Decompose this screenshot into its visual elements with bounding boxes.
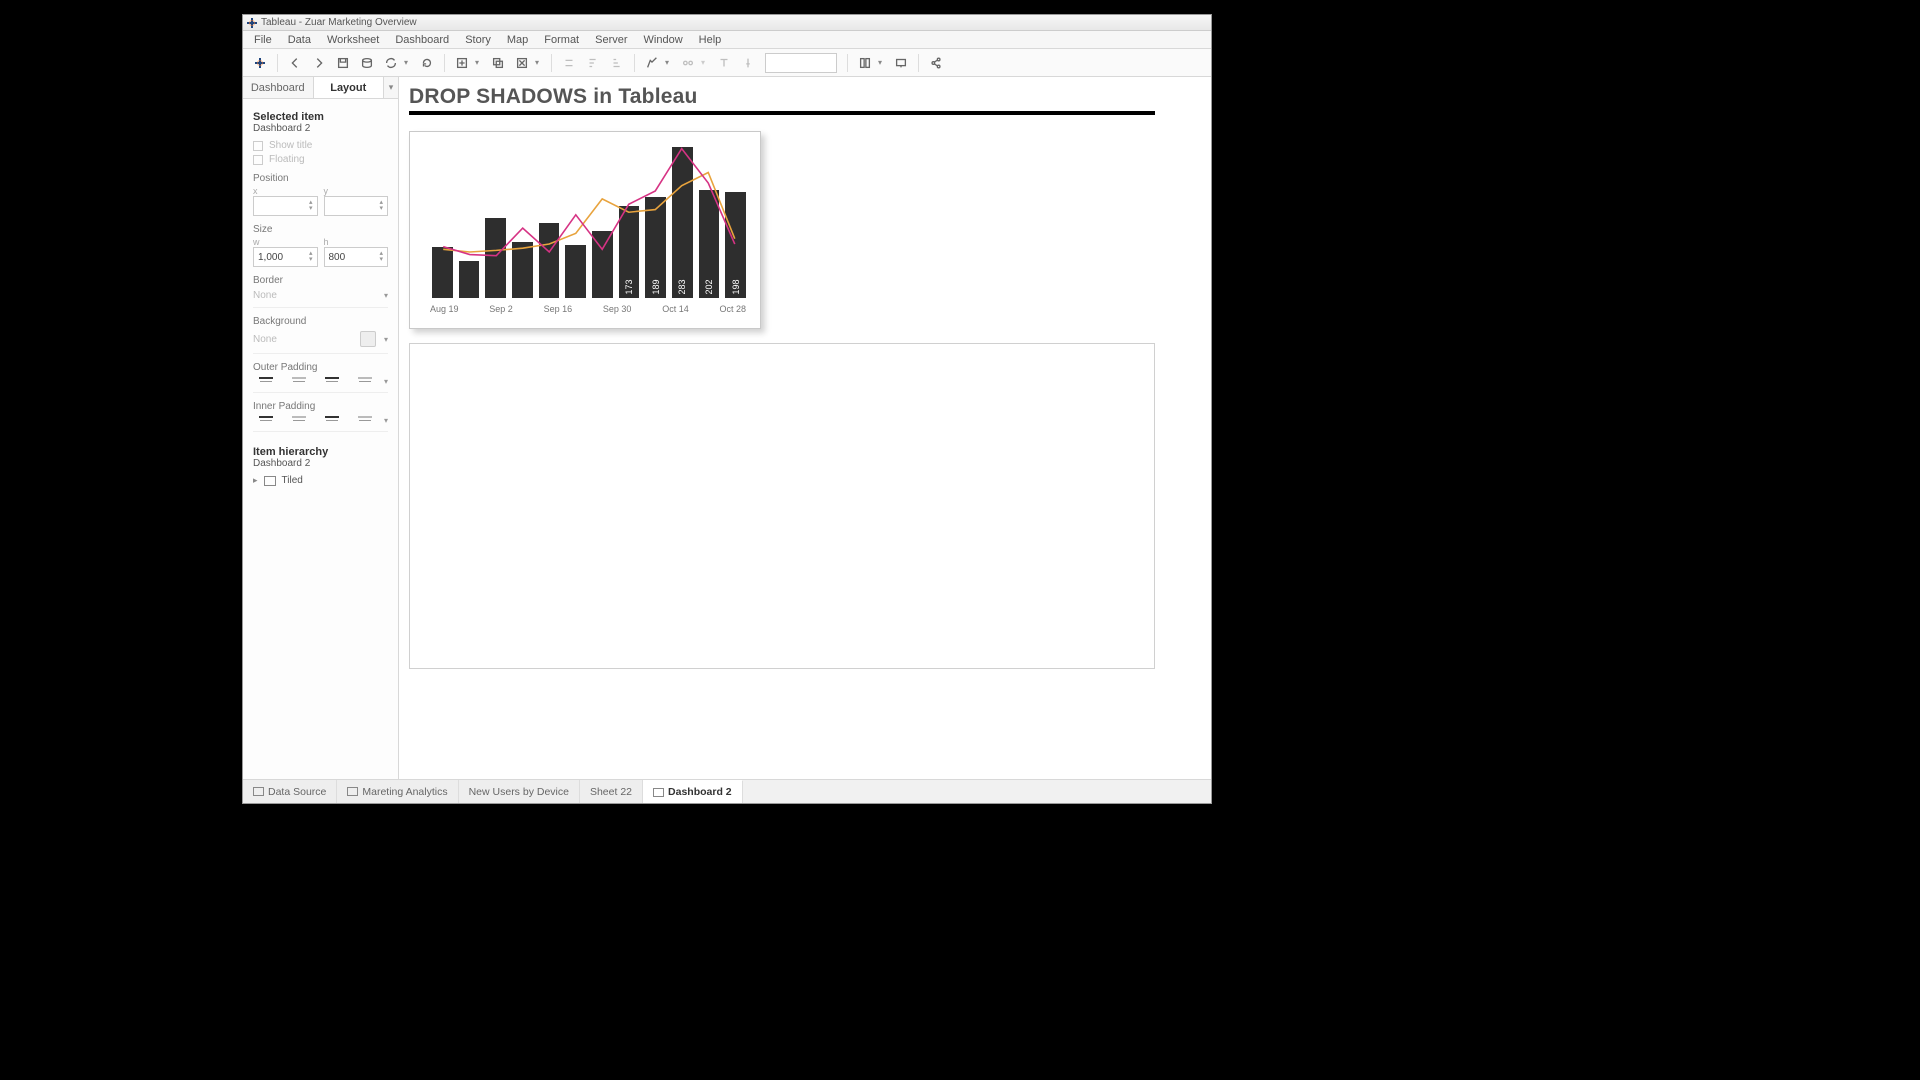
new-worksheet-button[interactable] [743, 780, 769, 803]
border-label: Border [253, 275, 388, 286]
dropdown-icon[interactable]: ▾ [878, 58, 888, 67]
back-icon[interactable] [284, 52, 306, 74]
line-magenta [443, 149, 735, 256]
chevron-right-icon: ▸ [253, 475, 258, 486]
new-dashboard-button[interactable] [769, 780, 795, 803]
data-source-icon [253, 787, 264, 796]
show-title-checkbox[interactable]: Show title [253, 140, 388, 151]
size-h-input[interactable]: 800▴▾ [324, 247, 389, 267]
tab-data-source[interactable]: Data Source [243, 780, 337, 803]
page-title: DROP SHADOWS in Tableau [409, 85, 1199, 109]
menu-window[interactable]: Window [637, 32, 690, 48]
share-icon[interactable] [925, 52, 947, 74]
inner-padding-control[interactable]: ▾ [253, 416, 388, 432]
x-tick: Oct 14 [662, 304, 689, 314]
tab-dashboard[interactable]: Dashboard [243, 77, 314, 98]
dropdown-icon[interactable]: ▾ [535, 58, 545, 67]
x-tick: Sep 30 [603, 304, 632, 314]
tab-new-users[interactable]: New Users by Device [459, 780, 580, 803]
position-y-input[interactable]: ▴▾ [324, 196, 389, 216]
sort-asc-icon [582, 52, 604, 74]
x-tick: Sep 2 [489, 304, 513, 314]
sort-desc-icon [606, 52, 628, 74]
chart-card[interactable]: 173189283202198 Aug 19Sep 2Sep 16Sep 30O… [409, 131, 761, 329]
x-tick: Aug 19 [430, 304, 459, 314]
dropdown-icon[interactable]: ▾ [404, 58, 414, 67]
menu-worksheet[interactable]: Worksheet [320, 32, 386, 48]
outer-padding-label: Outer Padding [253, 362, 388, 373]
save-icon[interactable] [332, 52, 354, 74]
swap-icon [558, 52, 580, 74]
menu-data[interactable]: Data [281, 32, 318, 48]
dropdown-icon[interactable]: ▾ [665, 58, 675, 67]
highlight-icon[interactable] [641, 52, 663, 74]
hierarchy-root: Dashboard 2 [253, 458, 388, 469]
side-tabs: Dashboard Layout ▾ [243, 77, 398, 99]
new-data-icon[interactable] [356, 52, 378, 74]
presentation-icon[interactable] [890, 52, 912, 74]
menu-file[interactable]: File [247, 32, 279, 48]
x-tick: Sep 16 [544, 304, 573, 314]
inner-padding-label: Inner Padding [253, 401, 388, 412]
hierarchy-header: Item hierarchy [253, 446, 388, 458]
new-story-button[interactable] [795, 780, 821, 803]
tableau-icon[interactable] [249, 52, 271, 74]
pin-icon [737, 52, 759, 74]
hierarchy-item-tiled[interactable]: ▸ Tiled [253, 475, 388, 486]
text-icon [713, 52, 735, 74]
sheet-tab-bar: Data Source Mareting Analytics New Users… [243, 779, 1211, 803]
main-area: Dashboard Layout ▾ Selected item Dashboa… [243, 77, 1211, 779]
tab-marketing-analytics[interactable]: Mareting Analytics [337, 780, 458, 803]
refresh-icon[interactable] [416, 52, 438, 74]
floating-checkbox[interactable]: Floating [253, 154, 388, 165]
menu-format[interactable]: Format [537, 32, 586, 48]
auto-update-icon[interactable] [380, 52, 402, 74]
title-underline [409, 111, 1155, 115]
menu-story[interactable]: Story [458, 32, 498, 48]
menu-help[interactable]: Help [692, 32, 729, 48]
empty-container[interactable] [409, 343, 1155, 669]
size-label: Size [253, 224, 388, 235]
panel-menu-icon[interactable]: ▾ [384, 77, 398, 98]
line-orange [443, 172, 735, 252]
tab-sheet22[interactable]: Sheet 22 [580, 780, 643, 803]
group-icon [677, 52, 699, 74]
tab-dashboard2[interactable]: Dashboard 2 [643, 780, 743, 803]
background-select[interactable]: None ▾ [253, 331, 388, 354]
background-label: Background [253, 316, 388, 327]
tableau-logo-icon [247, 18, 257, 28]
container-icon [264, 476, 276, 486]
app-window: Tableau - Zuar Marketing Overview File D… [242, 14, 1212, 804]
forward-icon[interactable] [308, 52, 330, 74]
dashboard-icon [653, 788, 664, 797]
new-worksheet-icon[interactable] [451, 52, 473, 74]
dropdown-icon[interactable]: ▾ [475, 58, 485, 67]
size-w-input[interactable]: 1,000▴▾ [253, 247, 318, 267]
toolbar: ▾ ▾ ▾ ▾ ▾ ▾ [243, 49, 1211, 77]
side-panel: Dashboard Layout ▾ Selected item Dashboa… [243, 77, 399, 779]
fit-select[interactable] [765, 53, 837, 73]
selected-item-header: Selected item [253, 111, 388, 123]
title-bar: Tableau - Zuar Marketing Overview [243, 15, 1211, 31]
x-tick: Oct 28 [719, 304, 746, 314]
clear-icon[interactable] [511, 52, 533, 74]
border-select[interactable]: None ▾ [253, 290, 388, 308]
selected-item-value: Dashboard 2 [253, 123, 388, 134]
window-title: Tableau - Zuar Marketing Overview [261, 17, 417, 28]
menu-map[interactable]: Map [500, 32, 535, 48]
menu-bar: File Data Worksheet Dashboard Story Map … [243, 31, 1211, 49]
dashboard-canvas[interactable]: DROP SHADOWS in Tableau 173189283202198 … [399, 77, 1211, 779]
dashboard-icon [347, 787, 358, 796]
position-x-input[interactable]: ▴▾ [253, 196, 318, 216]
dropdown-icon: ▾ [701, 58, 711, 67]
outer-padding-control[interactable]: ▾ [253, 377, 388, 393]
position-label: Position [253, 173, 388, 184]
show-cards-icon[interactable] [854, 52, 876, 74]
background-swatch-icon [360, 331, 376, 347]
tab-layout[interactable]: Layout [314, 77, 385, 98]
duplicate-icon[interactable] [487, 52, 509, 74]
menu-server[interactable]: Server [588, 32, 634, 48]
menu-dashboard[interactable]: Dashboard [388, 32, 456, 48]
